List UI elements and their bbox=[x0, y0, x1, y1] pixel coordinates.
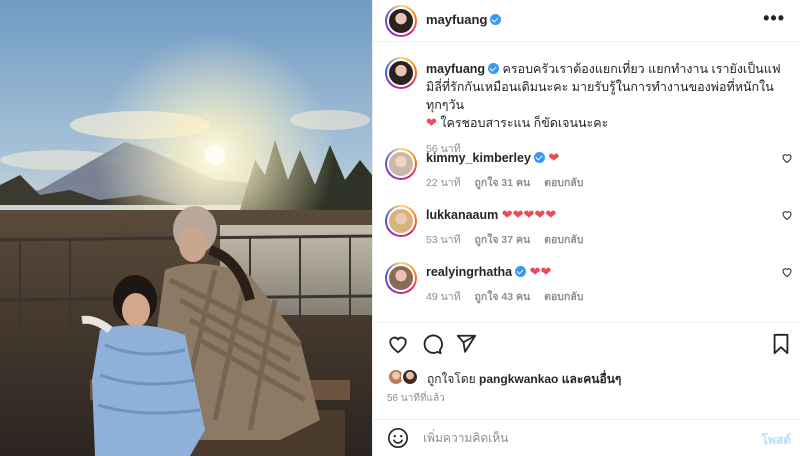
liked-by-text: ถูกใจโดย pangkwankao และคนอื่นๆ bbox=[427, 370, 621, 389]
comment-line: lukkanaaum ❤❤❤❤❤ bbox=[426, 207, 556, 223]
post-photo[interactable] bbox=[0, 0, 372, 456]
liked-by-summary: ถูกใจโดย pangkwankao และคนอื่นๆ bbox=[387, 368, 787, 388]
bookmark-icon[interactable] bbox=[771, 333, 791, 355]
author-avatar[interactable] bbox=[385, 5, 417, 37]
more-dots-icon[interactable]: ••• bbox=[763, 8, 785, 29]
post-comment-button[interactable]: โพสต์ bbox=[762, 431, 791, 450]
comment-meta: 53 นาที ถูกใจ 37 คน ตอบกลับ bbox=[426, 231, 594, 248]
comment-item: lukkanaaum ❤❤❤❤❤ 53 นาที ถูกใจ 37 คน ตอบ… bbox=[373, 205, 800, 255]
comment-item: kimmy_kimberley ❤ 22 นาที ถูกใจ 31 คน ตอ… bbox=[373, 148, 800, 198]
verified-badge-icon bbox=[533, 152, 545, 163]
comment-input[interactable] bbox=[423, 428, 743, 448]
caption-author-username[interactable]: mayfuang bbox=[426, 62, 485, 76]
caption-text-tail: ใครชอบสาระแน ก็ขัดเจนนะคะ bbox=[436, 116, 609, 130]
comment-time: 22 นาที bbox=[426, 177, 461, 189]
paper-plane-icon[interactable] bbox=[455, 333, 477, 355]
comment-text: ❤❤❤❤❤ bbox=[501, 207, 557, 222]
comment-text: ❤ bbox=[548, 150, 560, 165]
commenter-avatar[interactable] bbox=[385, 205, 417, 237]
reply-button[interactable]: ตอบกลับ bbox=[544, 177, 583, 189]
post-detail-panel: mayfuang ••• mayfuang ครอบครัวเราต้องแยก… bbox=[372, 0, 800, 456]
commenter-username[interactable]: kimmy_kimberley bbox=[426, 151, 531, 165]
liked-by-prefix: ถูกใจโดย bbox=[427, 372, 480, 386]
comment-meta: 22 นาที ถูกใจ 31 คน ตอบกลับ bbox=[426, 174, 594, 191]
heart-outline-icon[interactable] bbox=[781, 266, 793, 278]
reply-button[interactable]: ตอบกลับ bbox=[544, 291, 583, 303]
verified-badge-icon bbox=[488, 63, 500, 74]
post-header: mayfuang ••• bbox=[373, 0, 800, 42]
comment-line: realyingrhatha ❤❤ bbox=[426, 264, 551, 280]
comment-item: realyingrhatha ❤❤ 49 นาที ถูกใจ 43 คน ตอ… bbox=[373, 262, 800, 312]
heart-outline-icon[interactable] bbox=[387, 333, 409, 355]
author-username-text[interactable]: mayfuang bbox=[426, 12, 487, 27]
post-action-bar bbox=[373, 322, 800, 364]
liked-by-others[interactable]: และคนอื่นๆ bbox=[558, 372, 622, 386]
liked-by-user[interactable]: pangkwankao bbox=[479, 372, 558, 386]
comment-like-count[interactable]: ถูกใจ 31 คน bbox=[475, 177, 531, 189]
post-caption: mayfuang ครอบครัวเราต้องแยกเที่ยว แยกทำง… bbox=[426, 60, 786, 158]
comment-like-count[interactable]: ถูกใจ 43 คน bbox=[475, 291, 531, 303]
red-heart-emoji-icon: ❤ bbox=[426, 115, 437, 130]
heart-outline-icon[interactable] bbox=[781, 209, 793, 221]
photo-image bbox=[0, 0, 372, 456]
posted-time: 56 นาทีที่แล้ว bbox=[387, 393, 445, 404]
verified-badge-icon bbox=[490, 14, 502, 25]
liker-avatar bbox=[401, 368, 419, 386]
commenter-avatar[interactable] bbox=[385, 148, 417, 180]
comment-text: ❤❤ bbox=[529, 264, 552, 279]
comment-line: kimmy_kimberley ❤ bbox=[426, 150, 559, 166]
reply-button[interactable]: ตอบกลับ bbox=[544, 234, 583, 246]
commenter-avatar[interactable] bbox=[385, 262, 417, 294]
comment-meta: 49 นาที ถูกใจ 43 คน ตอบกลับ bbox=[426, 288, 594, 305]
author-username[interactable]: mayfuang bbox=[426, 12, 502, 27]
comment-bubble-icon[interactable] bbox=[421, 333, 443, 355]
commenter-username[interactable]: realyingrhatha bbox=[426, 265, 512, 279]
liker-avatars bbox=[387, 368, 421, 386]
comment-time: 53 นาที bbox=[426, 234, 461, 246]
comment-like-count[interactable]: ถูกใจ 37 คน bbox=[475, 234, 531, 246]
comment-time: 49 นาที bbox=[426, 291, 461, 303]
commenter-username[interactable]: lukkanaaum bbox=[426, 208, 498, 222]
emoji-smile-icon[interactable] bbox=[387, 427, 409, 449]
heart-outline-icon[interactable] bbox=[781, 152, 793, 164]
verified-badge-icon bbox=[515, 266, 527, 277]
comment-composer: โพสต์ bbox=[373, 419, 800, 456]
caption-author-avatar[interactable] bbox=[385, 57, 417, 89]
